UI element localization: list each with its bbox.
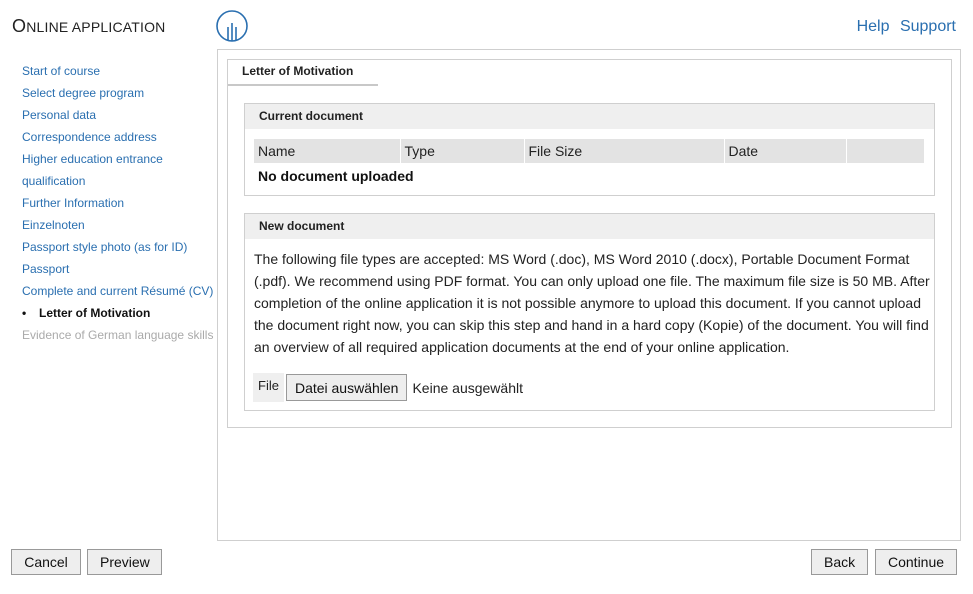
file-label: File bbox=[253, 373, 284, 402]
cancel-button[interactable]: Cancel bbox=[11, 549, 81, 575]
back-button[interactable]: Back bbox=[811, 549, 868, 575]
support-link[interactable]: Support bbox=[900, 18, 956, 35]
document-table: Name Type File Size Date bbox=[254, 139, 924, 163]
column-header-type: Type bbox=[400, 139, 525, 163]
sidebar-item-higher-education-entrance[interactable]: Higher education entrance bbox=[22, 148, 217, 170]
app-title-initial: O bbox=[12, 16, 27, 36]
file-status: Keine ausgewählt bbox=[412, 379, 523, 396]
top-links: Help Support bbox=[851, 18, 956, 36]
choose-file-button[interactable]: Datei auswählen bbox=[285, 374, 408, 401]
sidebar-item-qualification[interactable]: qualification bbox=[22, 170, 217, 192]
sidebar-item-complete-and-current-r-sum-cv[interactable]: Complete and current Résumé (CV) bbox=[22, 280, 217, 302]
sidebar-item-letter-of-motivation: Letter of Motivation bbox=[22, 302, 217, 324]
new-document-header: New document bbox=[245, 214, 934, 239]
column-header-file-size: File Size bbox=[524, 139, 725, 163]
app-title-rest: NLINE APPLICATION bbox=[26, 19, 166, 35]
main-content: Letter of Motivation Current document Na… bbox=[217, 49, 961, 541]
continue-button[interactable]: Continue bbox=[875, 549, 957, 575]
tab-letter-of-motivation[interactable]: Letter of Motivation bbox=[228, 60, 378, 86]
university-logo-icon bbox=[216, 10, 248, 42]
sidebar-item-start-of-course[interactable]: Start of course bbox=[22, 60, 217, 82]
sidebar-item-passport-style-photo-as-for-id[interactable]: Passport style photo (as for ID) bbox=[22, 236, 217, 258]
column-header-name: Name bbox=[254, 139, 401, 163]
upload-instructions: The following file types are accepted: M… bbox=[254, 251, 930, 355]
sidebar-item-passport[interactable]: Passport bbox=[22, 258, 217, 280]
sidebar-item-einzelnoten[interactable]: Einzelnoten bbox=[22, 214, 217, 236]
sidebar-item-personal-data[interactable]: Personal data bbox=[22, 104, 217, 126]
file-upload-row: File Datei auswählen Keine ausgewählt bbox=[253, 373, 523, 402]
sidebar-item-select-degree-program[interactable]: Select degree program bbox=[22, 82, 217, 104]
current-document-box: Current document Name Type File Size Dat… bbox=[244, 103, 935, 196]
sidebar-item-further-information[interactable]: Further Information bbox=[22, 192, 217, 214]
sidebar-item-evidence-of-german-language-skills: Evidence of German language skills bbox=[22, 328, 214, 342]
preview-button[interactable]: Preview bbox=[87, 549, 162, 575]
help-link[interactable]: Help bbox=[857, 18, 890, 35]
column-header-date: Date bbox=[724, 139, 847, 163]
current-document-header: Current document bbox=[245, 104, 934, 129]
new-document-box: New document The following file types ar… bbox=[244, 213, 935, 411]
column-header-actions bbox=[846, 139, 924, 163]
sidebar-nav: Start of course Select degree program Pers… bbox=[22, 60, 217, 346]
document-panel: Letter of Motivation Current document Na… bbox=[227, 59, 952, 428]
sidebar-item-correspondence-address[interactable]: Correspondence address bbox=[22, 126, 217, 148]
table-header-row: Name Type File Size Date bbox=[254, 139, 924, 163]
app-title: ONLINE APPLICATION bbox=[12, 16, 166, 37]
no-document-message: No document uploaded bbox=[258, 168, 414, 184]
